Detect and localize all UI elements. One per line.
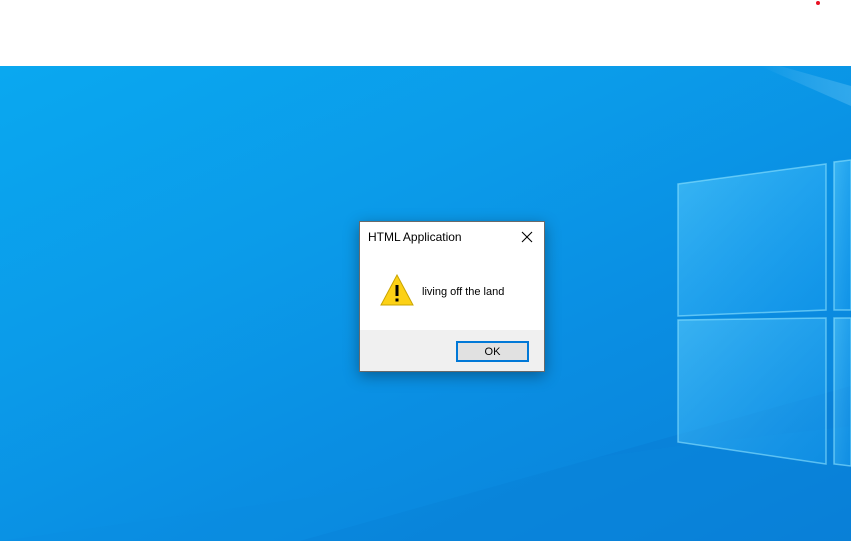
dialog-body: living off the land bbox=[360, 252, 544, 330]
message-box-dialog: HTML Application living off the land OK bbox=[359, 221, 545, 372]
ok-button[interactable]: OK bbox=[456, 341, 529, 362]
dialog-titlebar[interactable]: HTML Application bbox=[360, 222, 544, 252]
dialog-message: living off the land bbox=[422, 286, 505, 298]
indicator-dot bbox=[816, 1, 820, 5]
dialog-title: HTML Application bbox=[368, 230, 462, 244]
close-icon bbox=[521, 231, 533, 243]
top-blank-strip bbox=[0, 0, 851, 66]
dialog-footer: OK bbox=[360, 330, 544, 371]
close-button[interactable] bbox=[510, 222, 544, 252]
warning-icon bbox=[380, 274, 414, 306]
